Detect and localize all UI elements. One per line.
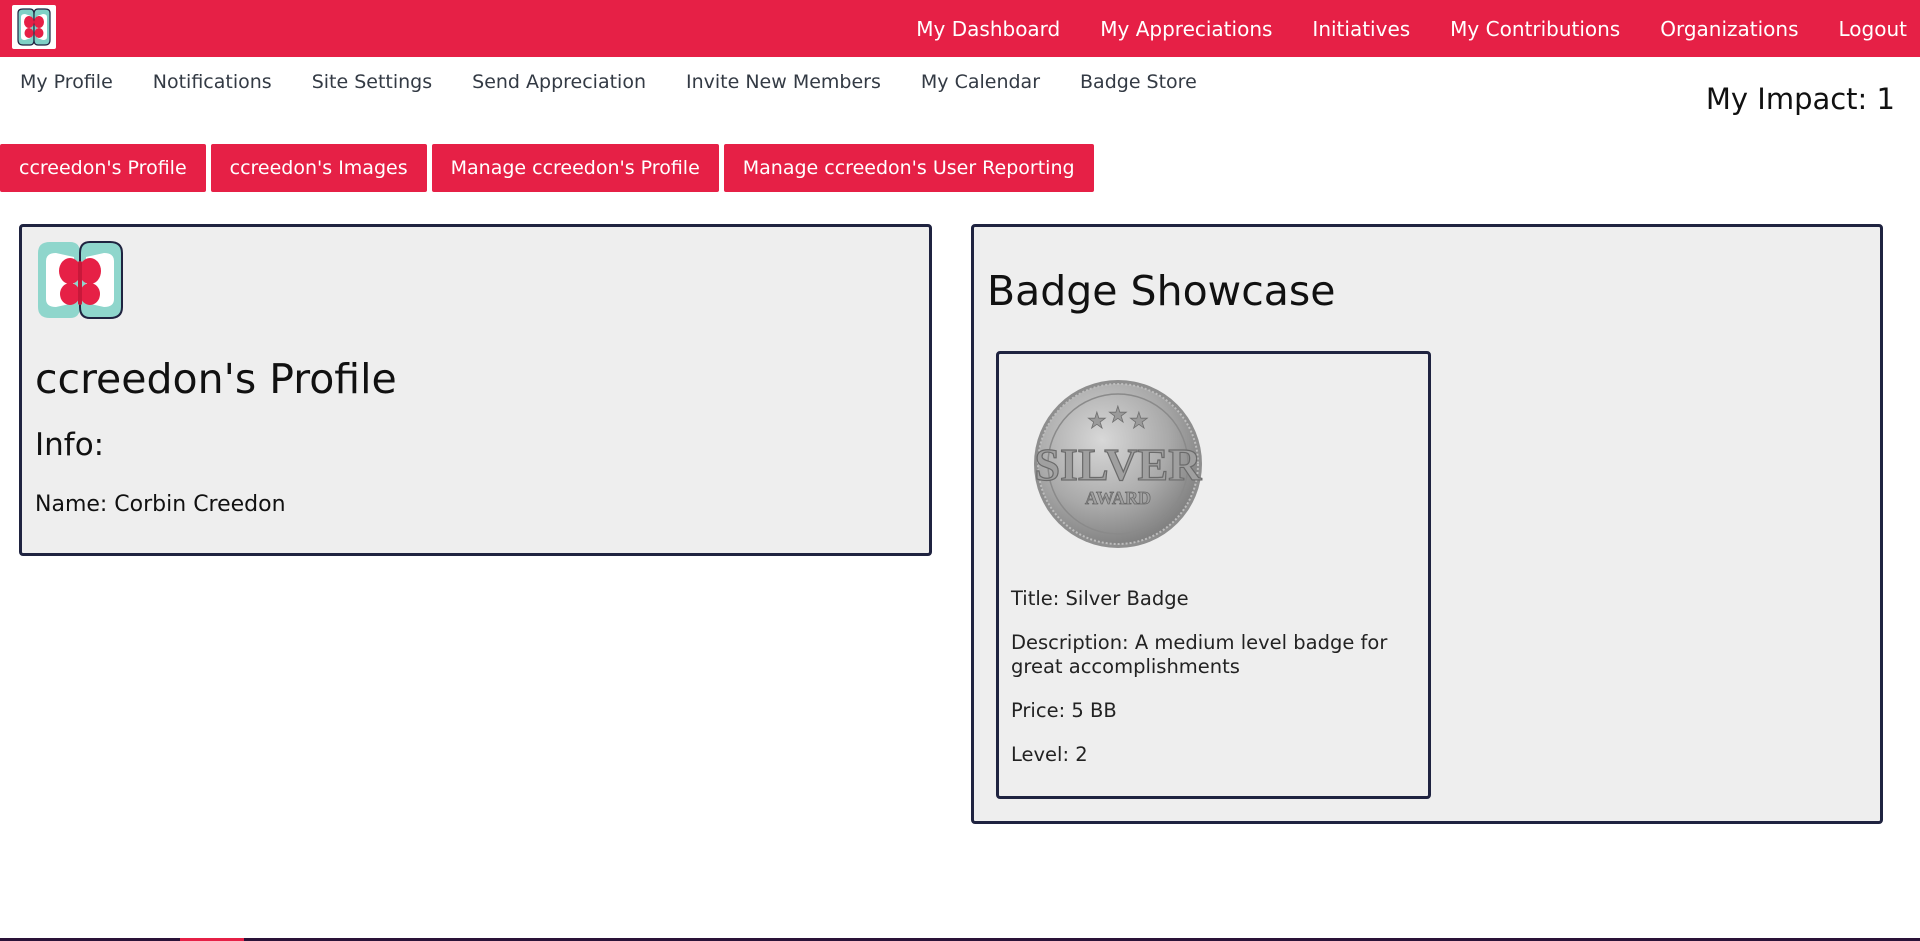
tab-manage-profile[interactable]: Manage ccreedon's Profile <box>431 144 719 192</box>
nav-my-appreciations[interactable]: My Appreciations <box>1080 17 1292 41</box>
tab-manage-user-reporting[interactable]: Manage ccreedon's User Reporting <box>723 144 1094 192</box>
butterfly-avatar-icon <box>34 239 126 321</box>
nav-my-dashboard[interactable]: My Dashboard <box>896 17 1080 41</box>
svg-text:★: ★ <box>1108 403 1128 428</box>
profile-card: ccreedon's Profile Info: Name: Corbin Cr… <box>19 224 932 556</box>
impact-counter: My Impact: 1 <box>1705 82 1895 116</box>
silver-award-medal-icon: ★ ★ ★ SILVER AWARD <box>1032 378 1204 550</box>
profile-title: ccreedon's Profile <box>35 355 397 403</box>
badge-image-text-sub: AWARD <box>1085 488 1151 508</box>
subnav-send-appreciation[interactable]: Send Appreciation <box>452 71 666 93</box>
subnav-site-settings[interactable]: Site Settings <box>292 71 452 93</box>
nav-organizations[interactable]: Organizations <box>1640 17 1818 41</box>
top-nav: My Dashboard My Appreciations Initiative… <box>896 0 1920 57</box>
butterfly-logo-icon[interactable] <box>12 5 56 49</box>
svg-text:★: ★ <box>1129 409 1149 434</box>
profile-name: Name: Corbin Creedon <box>35 492 286 517</box>
badge-showcase-card: Badge Showcase ★ ★ ★ SILVER AWARD Title:… <box>971 224 1883 824</box>
nav-logout[interactable]: Logout <box>1819 17 1920 41</box>
top-navbar: My Dashboard My Appreciations Initiative… <box>0 0 1920 57</box>
badge-description: Description: A medium level badge for gr… <box>1011 631 1388 678</box>
badge-showcase-title: Badge Showcase <box>987 267 1336 315</box>
badge-title: Title: Silver Badge <box>1011 587 1189 610</box>
sub-nav: My Profile Notifications Site Settings S… <box>0 71 1217 93</box>
subnav-my-calendar[interactable]: My Calendar <box>901 71 1060 93</box>
nav-initiatives[interactable]: Initiatives <box>1292 17 1430 41</box>
badge-image-text-main: SILVER <box>1034 439 1202 490</box>
badge-level: Level: 2 <box>1011 743 1088 766</box>
svg-text:★: ★ <box>1087 409 1107 434</box>
subnav-invite-new-members[interactable]: Invite New Members <box>666 71 901 93</box>
subnav-my-profile[interactable]: My Profile <box>0 71 133 93</box>
badge-item[interactable]: ★ ★ ★ SILVER AWARD Title: Silver Badge D… <box>996 351 1431 799</box>
tab-images[interactable]: ccreedon's Images <box>210 144 427 192</box>
tab-profile[interactable]: ccreedon's Profile <box>0 144 206 192</box>
profile-tabs: ccreedon's Profile ccreedon's Images Man… <box>0 144 1094 192</box>
subnav-notifications[interactable]: Notifications <box>133 71 292 93</box>
info-heading: Info: <box>35 427 105 463</box>
badge-price: Price: 5 BB <box>1011 699 1117 722</box>
nav-my-contributions[interactable]: My Contributions <box>1430 17 1640 41</box>
subnav-badge-store[interactable]: Badge Store <box>1060 71 1217 93</box>
